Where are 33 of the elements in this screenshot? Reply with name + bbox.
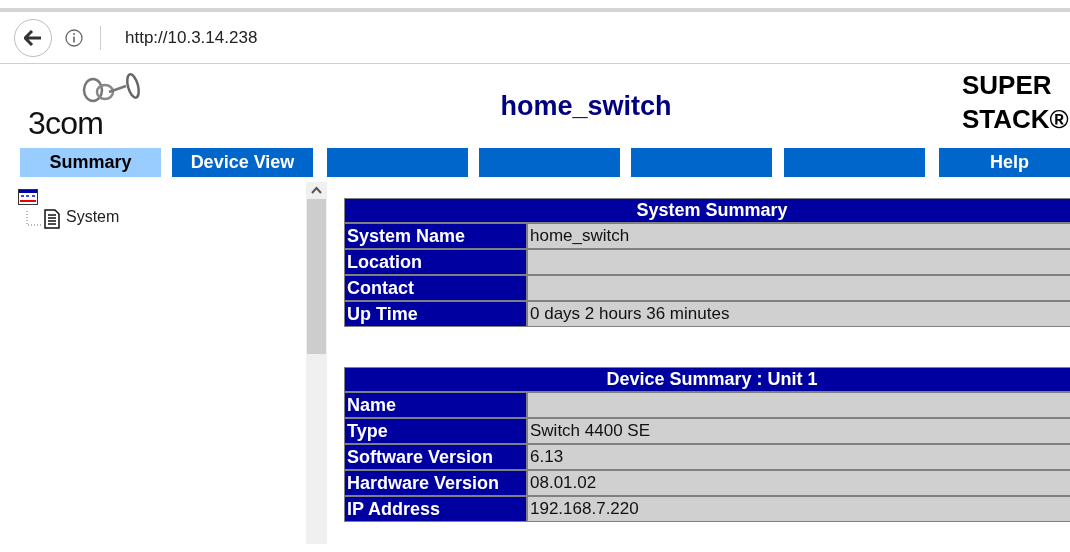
table-cell: 192.168.7.220 [528, 497, 1070, 521]
scrollbar-thumb[interactable] [307, 199, 326, 354]
table-cell: 08.01.02 [528, 471, 1070, 495]
info-icon[interactable] [64, 27, 84, 48]
window-icon[interactable] [18, 189, 38, 205]
row-label: System Name [345, 224, 526, 248]
row-label: Location [345, 250, 526, 274]
tree-item[interactable]: System [66, 205, 120, 229]
nav-tab[interactable]: Help [939, 148, 1070, 177]
table-cell: 0 days 2 hours 36 minutes [528, 302, 1070, 326]
table-title: System Summary [345, 199, 1070, 222]
document-icon[interactable] [44, 209, 60, 229]
row-label: Name [345, 393, 526, 417]
logo-text: 3com [28, 106, 105, 140]
table-title: Device Summary : Unit 1 [345, 368, 1070, 391]
row-label: Hardware Version [345, 471, 526, 495]
back-icon [24, 29, 42, 46]
table-cell: home_switch [528, 224, 1070, 248]
row-label: Contact [345, 276, 526, 300]
nav-tab[interactable]: Summary [20, 148, 161, 177]
table-cell: Switch 4400 SE [528, 419, 1070, 443]
page-title: home_switch [500, 90, 672, 123]
row-label: Type [345, 419, 526, 443]
row-label: Up Time [345, 302, 526, 326]
nav-tab[interactable]: Device View [172, 148, 313, 177]
back-button[interactable] [14, 18, 52, 57]
brand-text: STACK® [962, 103, 1070, 136]
brand-text: SUPER [962, 69, 1053, 102]
row-label: IP Address [345, 497, 526, 521]
row-label: Software Version [345, 445, 526, 469]
table-cell: 6.13 [528, 445, 1070, 469]
tree-connector [26, 211, 44, 229]
address-bar[interactable]: http://10.3.14.238 [125, 24, 258, 51]
